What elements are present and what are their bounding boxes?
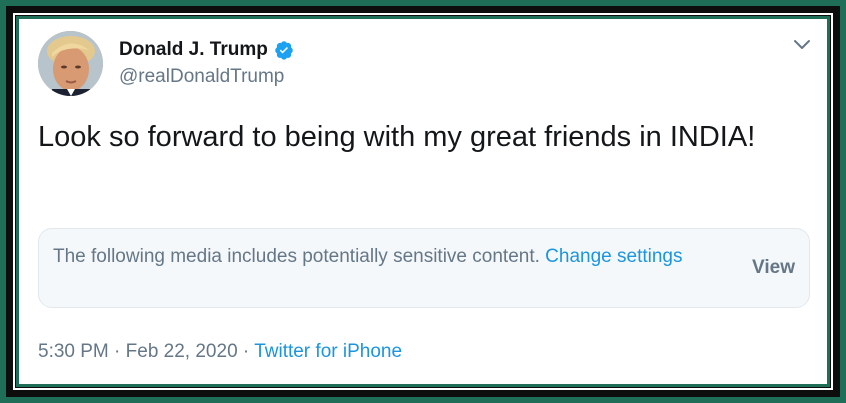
sensitive-media-notice: The following media includes potentially…	[38, 228, 810, 308]
tweet-text: Look so forward to being with my great f…	[38, 121, 756, 153]
tweet-card: Donald J. Trump @realDonaldTrump Look so…	[19, 19, 827, 384]
tweet-time[interactable]: 5:30 PM	[38, 341, 109, 362]
change-settings-link[interactable]: Change settings	[545, 246, 682, 267]
meta-separator: ·	[114, 341, 121, 362]
avatar[interactable]	[38, 31, 103, 96]
profile-photo	[38, 31, 103, 96]
meta-separator-2: ·	[242, 341, 250, 362]
tweet-source-link[interactable]: Twitter for iPhone	[254, 341, 402, 362]
view-button[interactable]: View	[752, 257, 795, 279]
sensitive-notice-text: The following media includes potentially…	[53, 243, 693, 270]
name-row: Donald J. Trump	[119, 38, 294, 62]
tweet-date[interactable]: Feb 22, 2020	[126, 341, 238, 362]
display-name[interactable]: Donald J. Trump	[119, 39, 268, 61]
tweet-metadata: 5:30 PM · Feb 22, 2020 · Twitter for iPh…	[38, 341, 402, 363]
sensitive-notice-message: The following media includes potentially…	[53, 246, 540, 267]
verified-badge-icon	[275, 41, 293, 60]
chevron-down-icon[interactable]	[793, 38, 811, 52]
user-handle[interactable]: @realDonaldTrump	[119, 66, 284, 88]
